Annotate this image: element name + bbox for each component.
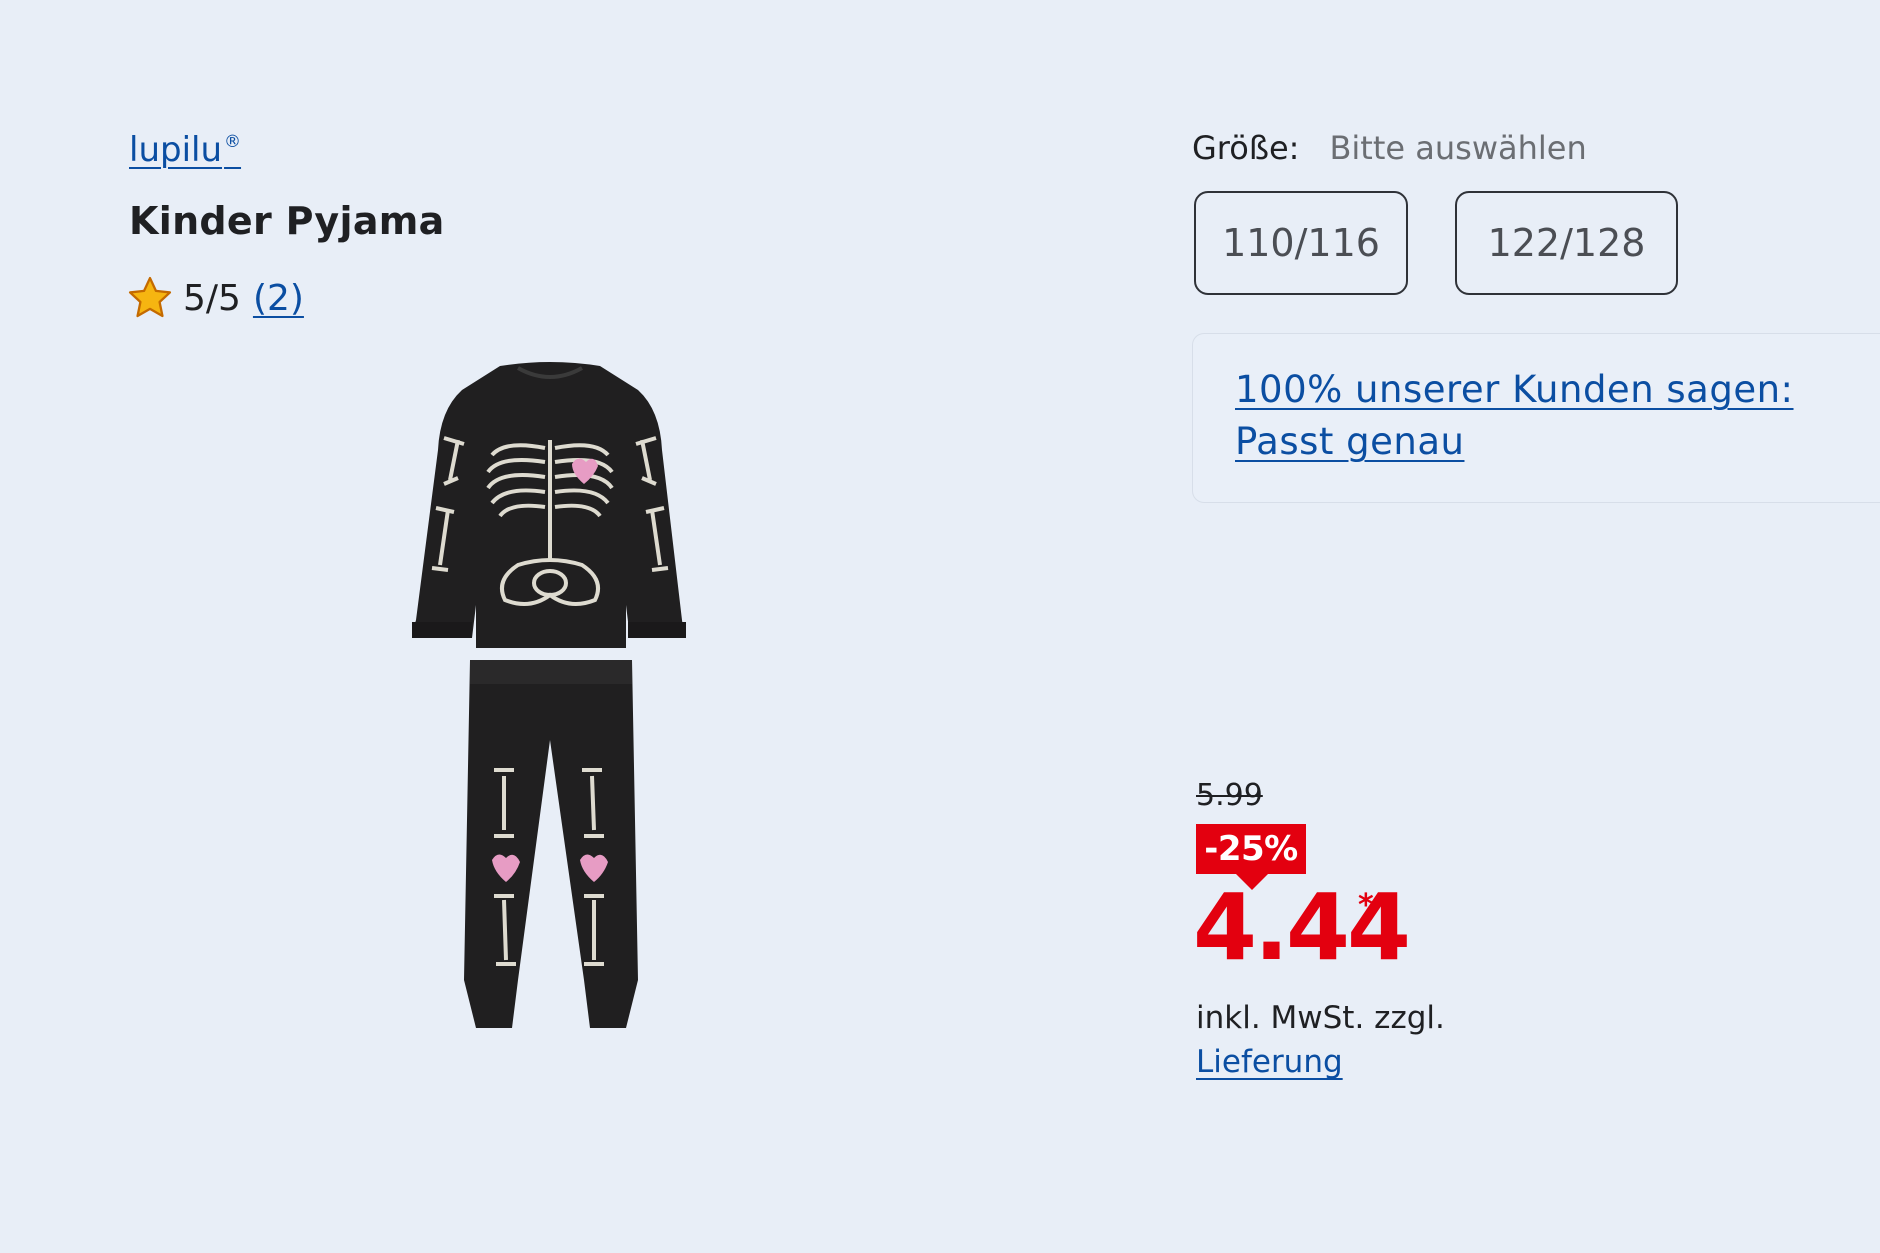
rating-score: 5/5 xyxy=(183,277,241,319)
fit-feedback-box: 100% unserer Kunden sagen: Passt genau xyxy=(1192,333,1880,503)
product-title: Kinder Pyjama xyxy=(129,199,445,243)
discount-badge: -25% xyxy=(1196,824,1306,890)
old-price: 5.99 xyxy=(1196,778,1263,813)
rating-row: 5/5 (2) xyxy=(127,272,304,324)
pajama-shirt xyxy=(412,362,686,648)
price-footnote-mark: * xyxy=(1358,888,1374,923)
pajama-pants xyxy=(464,660,638,1028)
fit-feedback-link[interactable]: 100% unserer Kunden sagen: Passt genau xyxy=(1235,364,1855,468)
delivery-link[interactable]: Lieferung xyxy=(1196,1040,1343,1084)
review-count-link[interactable]: (2) xyxy=(253,278,304,319)
current-price: 4.44 xyxy=(1193,874,1411,981)
brand-link[interactable]: lupilu ® xyxy=(129,120,241,172)
star-icon xyxy=(128,276,172,318)
size-label: Größe: xyxy=(1192,129,1300,167)
size-placeholder: Bitte auswählen xyxy=(1329,129,1587,167)
size-option-110-116[interactable]: 110/116 xyxy=(1194,191,1408,295)
size-option-122-128[interactable]: 122/128 xyxy=(1455,191,1678,295)
brand-name: lupilu xyxy=(129,130,223,170)
size-selector-header: Größe: Bitte auswählen xyxy=(1192,126,1587,170)
tax-note: inkl. MwSt. zzgl. xyxy=(1196,1000,1445,1036)
registered-mark: ® xyxy=(224,132,242,152)
product-image[interactable] xyxy=(400,360,700,1035)
